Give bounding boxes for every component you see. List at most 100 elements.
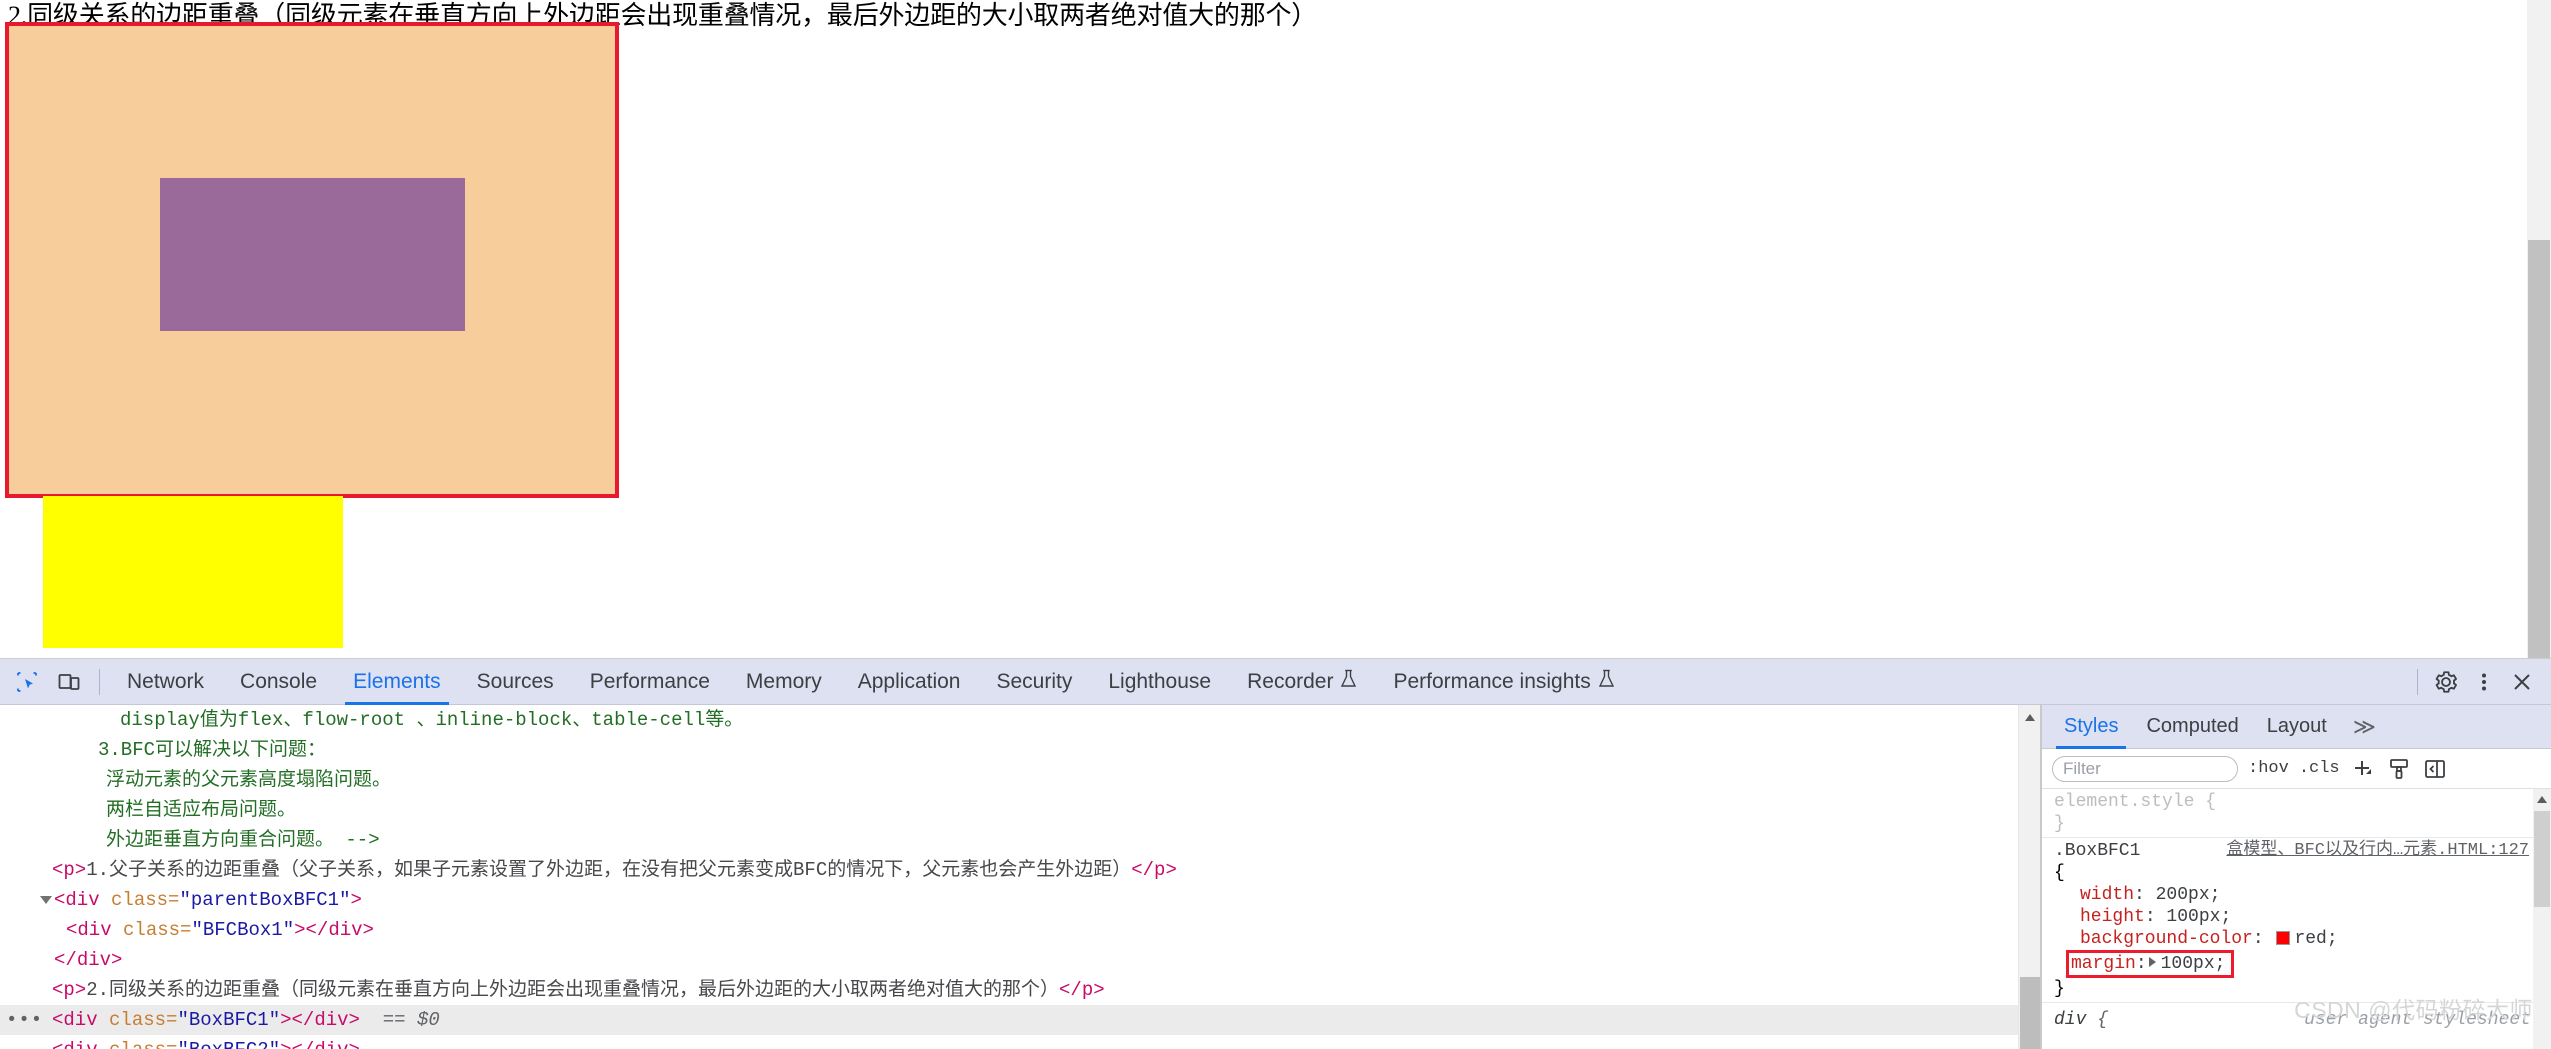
dom-badge-more-icon[interactable]: ••• — [6, 1005, 42, 1035]
css-rule-origin-link[interactable]: 盒模型、BFC以及行内…元素.HTML:127 — [2226, 840, 2529, 862]
css-declaration-height[interactable]: height: 100px; — [2054, 906, 2551, 928]
scroll-up-arrow-icon[interactable] — [2537, 796, 2547, 803]
dom-line-comment[interactable]: 浮动元素的父元素高度塌陷问题。 — [0, 765, 2040, 795]
dom-line-boxbfc1-selected[interactable]: ••• <div class="BoxBFC1"></div> == $0 — [0, 1005, 2040, 1035]
dom-attr-name: class — [123, 919, 181, 941]
css-brace-open: { — [2205, 792, 2217, 812]
css-property-value[interactable]: 100px — [2161, 954, 2215, 974]
toolbar-divider — [2417, 669, 2418, 695]
devtools-tab-sources[interactable]: Sources — [459, 659, 572, 705]
computed-style-paint-icon[interactable] — [2386, 756, 2412, 782]
more-options-icon[interactable] — [2465, 659, 2503, 705]
scroll-up-arrow-icon[interactable] — [2025, 714, 2035, 721]
devtools-tab-network[interactable]: Network — [109, 659, 222, 705]
sidebar-more-tabs-icon[interactable]: ≫ — [2341, 705, 2388, 749]
toolbar-divider — [99, 668, 100, 695]
css-brace-open: { — [2097, 1010, 2109, 1030]
devtools-tab-elements[interactable]: Elements — [335, 659, 459, 705]
dom-line-paragraph-1[interactable]: <p>1.父子关系的边距重叠（父子关系，如果子元素设置了外边距，在没有把父元素变… — [0, 855, 2040, 885]
device-toolbar-icon[interactable] — [48, 659, 90, 705]
styles-filter-input[interactable] — [2052, 755, 2238, 782]
dom-attr-name: class — [109, 1039, 166, 1049]
devtools-tab-label: Elements — [353, 669, 441, 693]
devtools-tab-memory[interactable]: Memory — [728, 659, 840, 705]
toggle-sidebar-icon[interactable] — [2422, 756, 2448, 782]
devtools-tab-label: Lighthouse — [1108, 669, 1212, 693]
expand-shorthand-icon[interactable] — [2148, 957, 2156, 967]
css-declaration-background-color[interactable]: background-color: red; — [2054, 928, 2551, 950]
dom-line-comment[interactable]: 3.BFC可以解决以下问题： — [0, 735, 2040, 765]
page-scrollbar-thumb[interactable] — [2528, 240, 2550, 658]
css-selector[interactable]: div — [2054, 1010, 2086, 1030]
dom-line-parent-box-bfc1[interactable]: <div class="parentBoxBFC1"> — [0, 885, 2040, 915]
devtools-tab-label: Performance — [589, 669, 710, 693]
css-property-name[interactable]: height — [2054, 907, 2145, 927]
hover-state-button[interactable]: :hov — [2248, 759, 2289, 778]
css-property-value[interactable]: 200px — [2156, 885, 2210, 905]
dom-line-paragraph-2[interactable]: <p>2.同级关系的边距重叠（同级元素在垂直方向上外边距会出现重叠情况，最后外边… — [0, 975, 2040, 1005]
inspector-selection-outline — [5, 22, 619, 498]
css-property-value[interactable]: 100px — [2166, 907, 2220, 927]
dom-tree-pane[interactable]: display值为flex、flow-root 、inline-block、ta… — [0, 705, 2040, 1049]
dom-line-comment[interactable]: 外边距垂直方向重合问题。 --> — [0, 825, 2040, 855]
devtools-tab-label: Sources — [476, 669, 554, 693]
experiment-flask-icon — [1340, 669, 1357, 695]
dom-attr-value: parentBoxBFC1 — [190, 889, 340, 911]
dom-attr-value: BFCBox1 — [202, 919, 283, 941]
devtools-toolbar-right — [2408, 659, 2551, 705]
devtools-tab-application[interactable]: Application — [840, 659, 979, 705]
close-icon[interactable] — [2503, 659, 2541, 705]
css-brace-close: } — [2054, 979, 2065, 999]
dom-tag-name: div — [63, 1039, 97, 1049]
devtools-tab-performance[interactable]: Performance — [572, 659, 728, 705]
dom-attr-name: class — [109, 1009, 167, 1031]
css-selector[interactable]: .BoxBFC1 — [2054, 841, 2140, 861]
gear-icon[interactable] — [2427, 659, 2465, 705]
dom-line-comment[interactable]: display值为flex、flow-root 、inline-block、ta… — [0, 705, 2040, 735]
margin-declaration-highlight[interactable]: margin: 100px; — [2066, 950, 2235, 978]
css-rule-div-useragent[interactable]: div { user agent stylesheet — [2042, 1002, 2551, 1031]
sidebar-tab-label: Computed — [2146, 715, 2239, 737]
devtools-tab-recorder[interactable]: Recorder — [1229, 659, 1375, 705]
dom-close-tag: </p> — [1131, 859, 1177, 881]
dom-line-boxbfc2[interactable]: <div class="BoxBFC2"></div> — [0, 1035, 2040, 1049]
css-rule-element-style[interactable]: element.style { } — [2042, 789, 2551, 837]
sidebar-tab-computed[interactable]: Computed — [2132, 705, 2252, 749]
devtools-tab-performance-insights[interactable]: Performance insights — [1375, 659, 1632, 705]
css-rule-boxbfc1[interactable]: .BoxBFC1 盒模型、BFC以及行内…元素.HTML:127 { width… — [2042, 837, 2551, 1002]
styles-scrollbar[interactable] — [2533, 789, 2551, 1049]
dom-tag-name-close: div — [328, 919, 363, 941]
sidebar-tab-styles[interactable]: Styles — [2050, 705, 2132, 749]
css-declaration-margin-row[interactable]: margin: 100px; — [2054, 950, 2551, 978]
dom-tree-scrollbar[interactable] — [2018, 705, 2040, 1049]
css-property-name[interactable]: width — [2054, 885, 2134, 905]
dom-line-parent-box-close[interactable]: </div> — [0, 945, 2040, 975]
dom-tag-name: div — [77, 919, 112, 941]
sidebar-tab-layout[interactable]: Layout — [2253, 705, 2341, 749]
styles-scrollbar-thumb[interactable] — [2534, 811, 2550, 907]
dom-line-comment[interactable]: 两栏自适应布局问题。 — [0, 795, 2040, 825]
css-selector[interactable]: element.style — [2054, 792, 2194, 812]
devtools-tab-security[interactable]: Security — [978, 659, 1090, 705]
chevron-down-icon[interactable] — [40, 896, 52, 904]
css-property-name[interactable]: background-color — [2054, 929, 2253, 949]
dom-tag-name-close: div — [314, 1039, 348, 1049]
color-swatch[interactable] — [2276, 931, 2291, 945]
css-property-value[interactable]: red — [2294, 929, 2326, 949]
css-declaration-width[interactable]: width: 200px; — [2054, 884, 2551, 906]
dom-comment-text: 3.BFC可以解决以下问题： — [98, 739, 327, 761]
dom-attr-value-quote: " — [179, 889, 191, 911]
dom-tag-name: div — [65, 889, 100, 911]
dom-comment-text: 外边距垂直方向重合问题。 --> — [106, 829, 380, 851]
css-property-name[interactable]: margin — [2071, 954, 2136, 974]
element-classes-button[interactable]: .cls — [2299, 759, 2340, 778]
devtools-tab-console[interactable]: Console — [222, 659, 335, 705]
inspect-element-icon[interactable] — [6, 659, 48, 705]
add-new-rule-icon[interactable] — [2350, 756, 2376, 782]
dom-line-bfcbox1[interactable]: <div class="BFCBox1"></div> — [0, 915, 2040, 945]
dom-tree-scrollbar-thumb[interactable] — [2020, 977, 2040, 1049]
page-scrollbar[interactable] — [2527, 0, 2551, 658]
devtools-body: display值为flex、flow-root 、inline-block、ta… — [0, 705, 2551, 1049]
styles-sidebar-tabbar: Styles Computed Layout ≫ — [2042, 705, 2551, 749]
devtools-tab-lighthouse[interactable]: Lighthouse — [1090, 659, 1229, 705]
